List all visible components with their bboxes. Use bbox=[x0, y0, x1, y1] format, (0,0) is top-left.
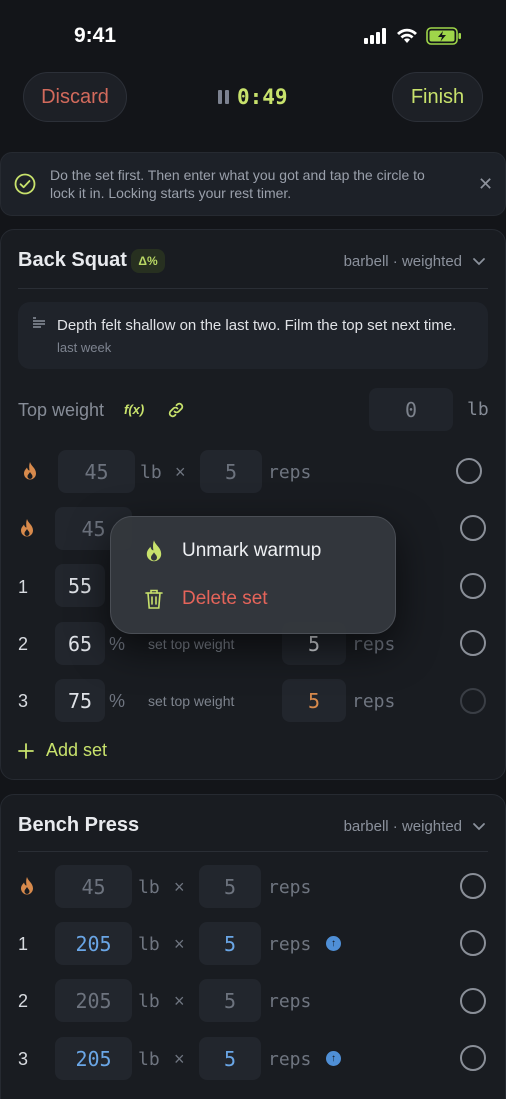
set-top-weight-hint[interactable]: set top weight bbox=[148, 636, 234, 652]
reps-input[interactable]: 5 bbox=[199, 865, 261, 908]
progression-up-icon[interactable]: ↑ bbox=[326, 936, 341, 951]
set-index: 2 bbox=[18, 991, 29, 1011]
tip-text: Do the set first. Then enter what you go… bbox=[50, 167, 425, 201]
progression-up-icon[interactable]: ↑ bbox=[326, 1051, 341, 1066]
top-weight-label: Top weight bbox=[18, 400, 105, 420]
reps-input[interactable]: 5 bbox=[199, 979, 261, 1022]
complete-set-circle[interactable] bbox=[460, 988, 486, 1014]
set-index: 3 bbox=[18, 1049, 29, 1069]
warmup-flame-icon[interactable] bbox=[22, 461, 38, 481]
times-sign: × bbox=[174, 934, 185, 954]
unmark-warmup-menu-item[interactable]: Unmark warmup bbox=[144, 539, 321, 563]
complete-set-circle[interactable] bbox=[456, 458, 482, 484]
complete-set-circle[interactable] bbox=[460, 573, 486, 599]
weight-input[interactable]: 205 bbox=[55, 1037, 132, 1080]
percent-input[interactable]: 75 bbox=[55, 679, 105, 722]
set-index: 1 bbox=[18, 577, 29, 597]
exercise-title[interactable]: Bench Press bbox=[18, 814, 139, 837]
weight-input[interactable]: 55 bbox=[55, 564, 105, 607]
times-sign: × bbox=[174, 877, 185, 897]
weight-unit: lb bbox=[138, 991, 160, 1012]
status-time: 9:41 bbox=[74, 24, 117, 47]
link-icon[interactable] bbox=[166, 400, 186, 420]
workout-timer[interactable]: 0:49 bbox=[218, 85, 288, 109]
times-sign: × bbox=[174, 991, 185, 1011]
note-text: Depth felt shallow on the last two. Film… bbox=[57, 317, 457, 334]
complete-set-circle[interactable] bbox=[460, 873, 486, 899]
exercise-title[interactable]: Back Squat bbox=[18, 249, 127, 272]
discard-button[interactable]: Discard bbox=[23, 72, 127, 122]
delete-set-menu-item[interactable]: Delete set bbox=[144, 588, 268, 610]
add-set-button[interactable]: Add set bbox=[18, 740, 107, 761]
weight-input[interactable]: 205 bbox=[55, 979, 132, 1022]
pause-icon[interactable] bbox=[218, 90, 229, 104]
note-timestamp: last week bbox=[57, 340, 112, 355]
reps-unit: reps bbox=[268, 934, 312, 955]
divider bbox=[18, 851, 488, 852]
reps-input[interactable]: 5 bbox=[199, 922, 261, 965]
times-sign: × bbox=[174, 1049, 185, 1069]
reps-unit: reps bbox=[352, 691, 396, 712]
warmup-flame-icon[interactable] bbox=[19, 518, 35, 538]
set-index: 2 bbox=[18, 634, 29, 654]
set-top-weight-hint[interactable]: set top weight bbox=[148, 693, 234, 709]
reps-unit: reps bbox=[268, 462, 312, 483]
exercise-meta[interactable]: barbell · weighted bbox=[344, 253, 486, 270]
battery-charging-icon bbox=[426, 27, 461, 45]
exercise-meta[interactable]: barbell · weighted bbox=[344, 818, 486, 835]
complete-set-circle[interactable] bbox=[460, 688, 486, 714]
unmark-warmup-label: Unmark warmup bbox=[182, 540, 322, 561]
delete-set-label: Delete set bbox=[182, 588, 268, 609]
weight-input[interactable]: 45 bbox=[55, 865, 132, 908]
chevron-down-icon bbox=[473, 822, 485, 830]
percent-unit: % bbox=[109, 634, 126, 654]
reps-unit: reps bbox=[268, 991, 312, 1012]
flame-icon bbox=[146, 540, 162, 562]
times-sign: × bbox=[175, 462, 186, 482]
status-icons bbox=[364, 27, 462, 45]
progression-badge[interactable]: Δ% bbox=[131, 249, 165, 273]
check-circle-icon bbox=[14, 173, 36, 195]
add-set-label: Add set bbox=[46, 740, 108, 760]
weight-input[interactable]: 45 bbox=[58, 450, 135, 493]
warmup-flame-icon[interactable] bbox=[19, 876, 35, 896]
top-weight-input[interactable]: 0 bbox=[369, 388, 453, 431]
weight-unit: lb bbox=[138, 877, 160, 898]
complete-set-circle[interactable] bbox=[460, 930, 486, 956]
chevron-down-icon bbox=[473, 257, 485, 265]
timer-value: 0:49 bbox=[237, 85, 288, 109]
finish-button[interactable]: Finish bbox=[392, 72, 483, 122]
formula-button[interactable]: f(x) bbox=[124, 402, 144, 417]
plus-icon bbox=[18, 742, 34, 759]
wifi-icon bbox=[397, 28, 417, 43]
reps-input[interactable]: 5 bbox=[199, 1037, 261, 1080]
reps-unit: reps bbox=[268, 1049, 312, 1070]
top-weight-unit: lb bbox=[467, 399, 489, 420]
percent-unit: % bbox=[109, 691, 126, 711]
divider bbox=[18, 288, 488, 289]
cellular-signal-icon bbox=[364, 28, 386, 44]
reps-unit: reps bbox=[352, 634, 396, 655]
exercise-meta-text: barbell · weighted bbox=[343, 253, 462, 270]
set-index: 3 bbox=[18, 691, 29, 711]
weight-unit: lb bbox=[140, 462, 162, 483]
weight-unit: lb bbox=[138, 934, 160, 955]
weight-unit: lb bbox=[138, 1049, 160, 1070]
set-index: 1 bbox=[18, 934, 29, 954]
reps-input[interactable]: 5 bbox=[282, 679, 346, 722]
reps-unit: reps bbox=[268, 877, 312, 898]
percent-input[interactable]: 65 bbox=[55, 622, 105, 665]
reps-input[interactable]: 5 bbox=[200, 450, 262, 493]
note-icon bbox=[33, 317, 45, 328]
trash-icon bbox=[145, 589, 163, 609]
complete-set-circle[interactable] bbox=[460, 515, 486, 541]
exercise-meta-text: barbell · weighted bbox=[343, 818, 462, 835]
set-context-menu bbox=[110, 516, 396, 634]
complete-set-circle[interactable] bbox=[460, 1045, 486, 1071]
weight-input[interactable]: 205 bbox=[55, 922, 132, 965]
complete-set-circle[interactable] bbox=[460, 630, 486, 656]
close-icon[interactable]: ✕ bbox=[478, 174, 493, 195]
exercise-note[interactable] bbox=[18, 302, 488, 369]
